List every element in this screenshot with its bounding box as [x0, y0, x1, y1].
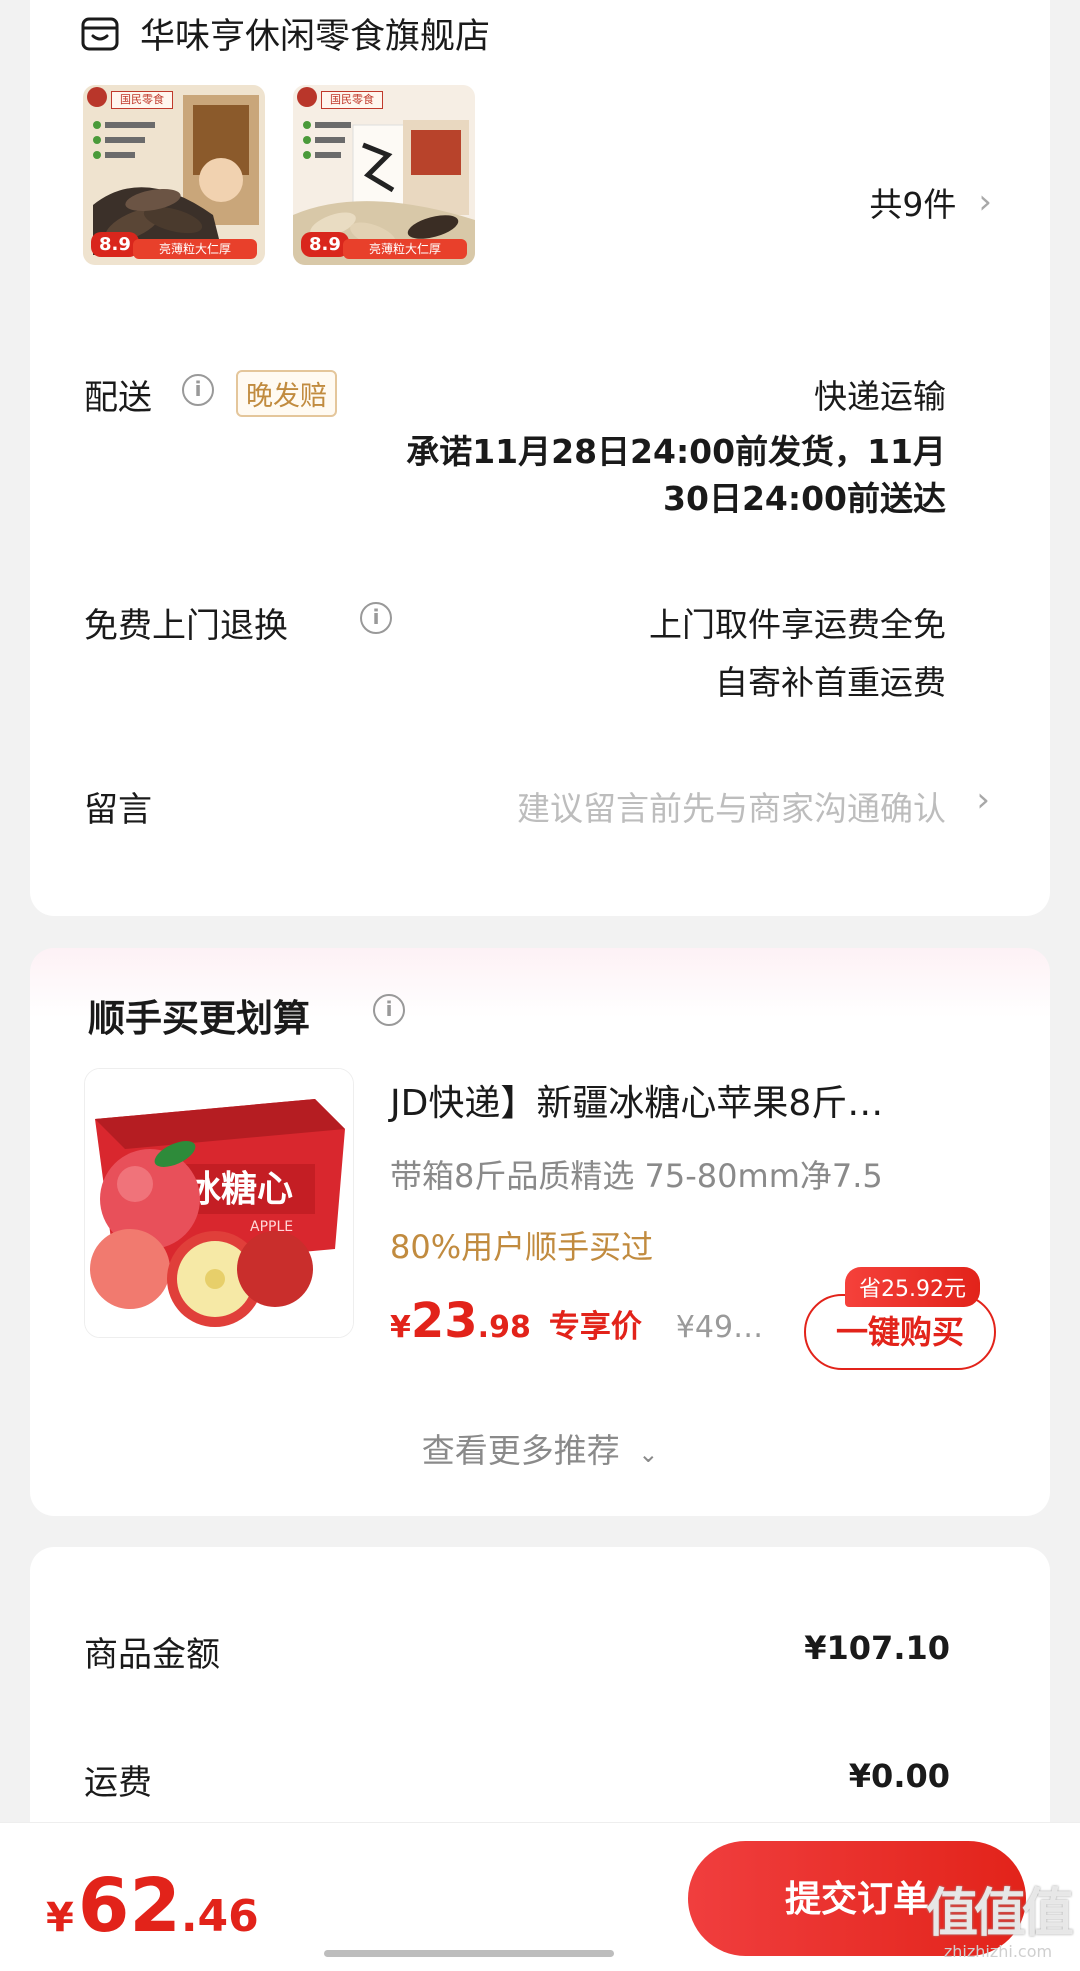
thumb-header: 国民零食 — [321, 91, 383, 109]
chevron-right-icon: › — [976, 780, 990, 820]
thumb-price-tag: 8.9 — [91, 232, 139, 257]
info-icon[interactable]: i — [360, 602, 392, 634]
price-decimal: .98 — [477, 1310, 531, 1345]
site-watermark: 值值值 zhizhizhi.com — [925, 1871, 1074, 1961]
store-header[interactable]: 华味亨休闲零食旗舰店 — [80, 8, 490, 59]
thumb-band: 亮薄粒大仁厚 — [343, 239, 467, 259]
returns-line2: 自寄补首重运费 — [715, 663, 946, 702]
more-recommendations-link[interactable]: 查看更多推荐 ⌄ — [30, 1424, 1050, 1472]
message-input[interactable]: 建议留言前先与商家沟通确认 — [517, 782, 946, 830]
chevron-right-icon: › — [978, 182, 992, 222]
upsell-price: ¥ 23 .98 专享价 ¥49… — [390, 1293, 763, 1349]
upsell-social-proof: 80%用户顺手买过 — [390, 1228, 654, 1266]
savings-badge: 省25.92元 — [845, 1267, 980, 1307]
message-label: 留言 — [84, 790, 152, 830]
chevron-down-icon: ⌄ — [638, 1440, 659, 1468]
returns-label: 免费上门退换 — [84, 606, 288, 646]
checkout-bar: ¥ 62 .46 提交订单 值值值 zhizhizhi.com — [0, 1822, 1080, 1971]
delivery-promise-line1: 承诺11月28日24:00前发货，11月 — [406, 432, 946, 471]
late-compensation-badge: 晚发赔 — [236, 370, 337, 417]
store-name: 华味亨休闲零食旗舰店 — [140, 17, 491, 57]
delivery-method: 快递运输 — [814, 377, 946, 416]
price-currency: ¥ — [390, 1310, 411, 1345]
goods-amount-label: 商品金额 — [84, 1635, 220, 1675]
store-icon — [81, 17, 119, 50]
watermark-url: zhizhizhi.com — [943, 1942, 1053, 1961]
upsell-product-title[interactable]: JD快递】新疆冰糖心苹果8斤… — [390, 1074, 883, 1126]
goods-amount-value: ¥107.10 — [804, 1629, 950, 1667]
item-count: 共9件 — [869, 185, 957, 224]
delivery-promise-line2: 30日24:00前送达 — [663, 479, 946, 518]
thumb-price-tag: 8.9 — [301, 232, 349, 257]
thumb-header: 国民零食 — [111, 91, 173, 109]
more-recommendations-label: 查看更多推荐 — [421, 1431, 620, 1470]
total-decimal: .46 — [180, 1891, 259, 1942]
thumb-band: 亮薄粒大仁厚 — [133, 239, 257, 259]
original-price: ¥49… — [675, 1310, 764, 1345]
item-count-link[interactable]: 共9件 › — [869, 178, 992, 226]
upsell-title: 顺手买更划算 — [88, 997, 310, 1040]
shipping-fee-value: ¥0.00 — [848, 1757, 950, 1795]
upsell-product-subtitle: 带箱8斤品质精选 75-80mm净7.5 — [390, 1157, 883, 1195]
product-thumb[interactable]: 国民零食 8.9 亮薄粒大仁厚 — [293, 85, 475, 265]
total-integer: 62 — [77, 1863, 181, 1949]
returns-line1: 上门取件享运费全免 — [649, 605, 946, 644]
info-icon[interactable]: i — [373, 994, 405, 1026]
order-total: ¥ 62 .46 — [46, 1863, 259, 1949]
shipping-fee-label: 运费 — [84, 1763, 152, 1803]
price-integer: 23 — [410, 1293, 478, 1349]
home-indicator[interactable] — [324, 1950, 614, 1957]
product-thumb[interactable]: 国民零食 8.9 亮薄粒大仁厚 — [83, 85, 265, 265]
box-title: 冰糖心 — [185, 1169, 293, 1210]
store-card: 华味亨休闲零食旗舰店 国民零食 8.9 亮薄粒大仁厚 国民零食 8.9 亮薄粒大… — [30, 0, 1050, 916]
delivery-label: 配送 — [84, 378, 152, 418]
apple-product-image[interactable]: 冰糖心 APPLE — [84, 1068, 354, 1338]
info-icon[interactable]: i — [182, 374, 214, 406]
upsell-card: 顺手买更划算 i 冰糖心 APPLE JD快递】新疆冰糖心苹果8斤… 带箱8斤品… — [30, 948, 1050, 1516]
watermark-logo: 值值值 — [925, 1884, 1074, 1944]
total-currency: ¥ — [46, 1895, 74, 1941]
exclusive-price-label: 专享价 — [548, 1309, 642, 1345]
apple-box-image: 冰糖心 APPLE — [85, 1069, 353, 1337]
